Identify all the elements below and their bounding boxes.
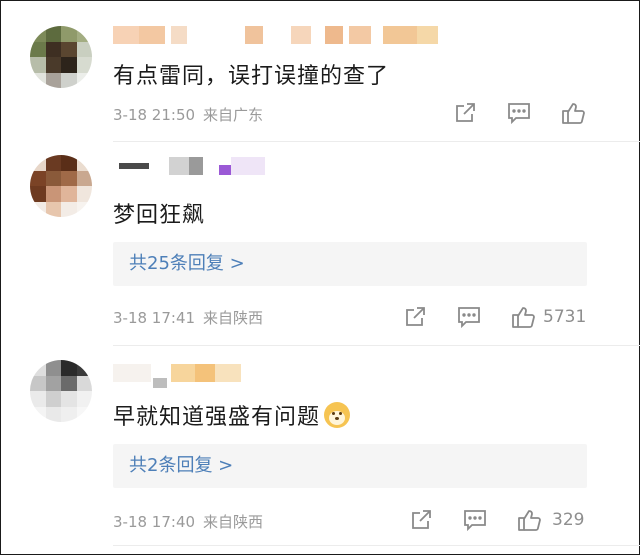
comment-icon — [508, 103, 530, 125]
share-button[interactable] — [402, 304, 428, 330]
share-button[interactable] — [408, 507, 434, 533]
comment-location: 来自陕西 — [203, 309, 264, 327]
comment-icon — [464, 510, 486, 532]
like-button[interactable] — [510, 304, 536, 330]
view-replies-link[interactable]: 共2条回复 > — [113, 444, 587, 488]
doge-emoji — [324, 402, 351, 428]
divider — [113, 141, 640, 142]
comment-location: 来自陕西 — [203, 513, 264, 531]
like-button[interactable] — [560, 100, 586, 126]
comment-date: 3-18 17:41 — [113, 309, 196, 327]
username-blurred[interactable] — [113, 26, 438, 44]
avatar[interactable] — [30, 360, 92, 422]
like-icon — [512, 307, 535, 328]
comment-meta: 3-18 17:40 来自陕西 — [113, 511, 263, 532]
username-blurred[interactable] — [113, 364, 243, 388]
divider — [113, 345, 640, 346]
comment-meta: 3-18 17:41 来自陕西 — [113, 307, 263, 328]
avatar[interactable] — [30, 26, 92, 88]
share-icon — [412, 510, 431, 529]
comment-date: 3-18 17:40 — [113, 513, 196, 531]
comment-item: 有点雷同，误打误撞的查了 3-18 21:50 来自广东 — [0, 0, 640, 150]
share-icon — [456, 103, 475, 122]
like-count: 5731 — [543, 307, 587, 327]
like-icon — [518, 510, 541, 531]
comment-icon — [458, 307, 480, 329]
comment-location: 来自广东 — [203, 106, 264, 124]
comment-text: 早就知道强盛有问题 — [113, 399, 351, 431]
divider — [113, 545, 640, 546]
share-icon — [406, 307, 425, 326]
like-button[interactable] — [516, 507, 542, 533]
comment-button[interactable] — [462, 507, 488, 533]
share-button[interactable] — [452, 100, 478, 126]
comment-button[interactable] — [456, 304, 482, 330]
comment-button[interactable] — [506, 100, 532, 126]
username-blurred[interactable] — [113, 157, 268, 175]
view-replies-link[interactable]: 共25条回复 > — [113, 242, 587, 286]
like-count: 329 — [552, 510, 585, 530]
comment-text-content: 早就知道强盛有问题 — [113, 405, 321, 430]
comment-text: 梦回狂飙 — [113, 203, 206, 228]
like-icon — [562, 103, 585, 124]
comment-meta: 3-18 21:50 来自广东 — [113, 104, 263, 125]
comment-date: 3-18 21:50 — [113, 106, 196, 124]
avatar[interactable] — [30, 155, 92, 217]
comment-text: 有点雷同，误打误撞的查了 — [113, 64, 390, 89]
